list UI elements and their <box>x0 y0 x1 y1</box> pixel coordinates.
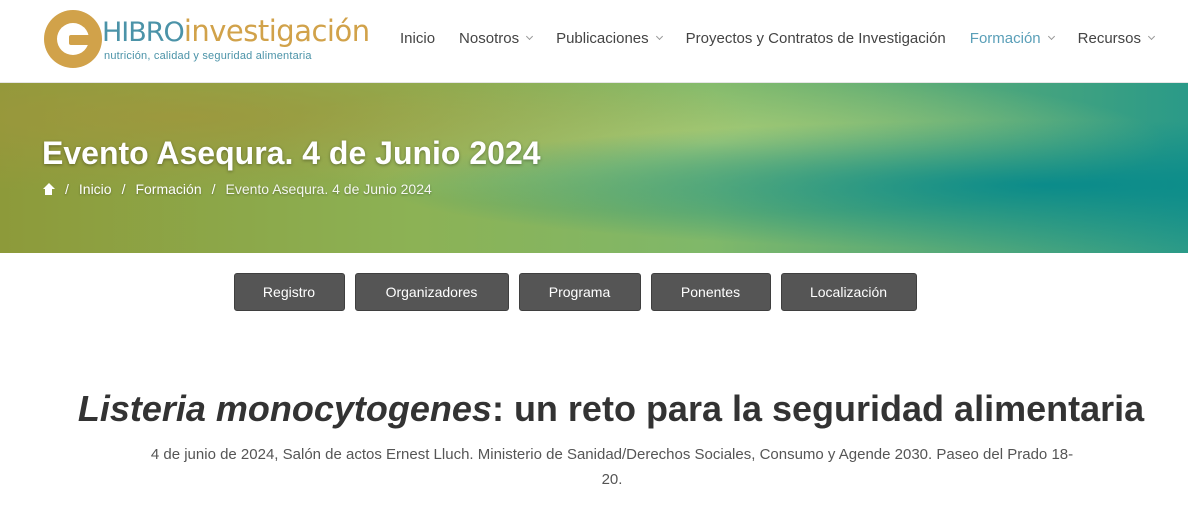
nav-item-nosotros[interactable]: Nosotros <box>447 27 544 49</box>
nav-item-proyectos[interactable]: Proyectos y Contratos de Investigación <box>674 27 958 49</box>
nav-item-recursos[interactable]: Recursos <box>1066 27 1166 49</box>
breadcrumb: / Inicio / Formación / Evento Asequra. 4… <box>42 181 432 197</box>
headline-italic: Listeria monocytogenes <box>77 388 492 429</box>
logo-mark-icon <box>44 10 102 68</box>
nav-item-formacion[interactable]: Formación <box>958 27 1066 49</box>
page-banner: Evento Asequra. 4 de Junio 2024 / Inicio… <box>0 83 1188 253</box>
nav-item-inicio[interactable]: Inicio <box>388 27 447 49</box>
site-header: HIBROinvestigación nutrición, calidad y … <box>0 0 1188 83</box>
nav-item-label: Proyectos y Contratos de Investigación <box>685 29 946 47</box>
nav-item-publicaciones[interactable]: Publicaciones <box>544 27 674 49</box>
breadcrumb-separator: / <box>211 181 216 197</box>
programa-button[interactable]: Programa <box>518 273 641 311</box>
headline-rest: : un reto para la seguridad alimentaria <box>491 388 1145 429</box>
chevron-down-icon <box>526 32 534 41</box>
event-details: 4 de junio de 2024, Salón de actos Ernes… <box>150 446 1074 488</box>
chevron-down-icon <box>655 32 663 41</box>
breadcrumb-item-inicio[interactable]: Inicio <box>79 181 112 197</box>
nav-item-label: Inicio <box>400 29 436 47</box>
chevron-down-icon <box>1147 32 1156 41</box>
logo-title-investigacion: investigación <box>183 14 370 48</box>
nav-item-label: Publicaciones <box>556 29 649 47</box>
logo-tagline: nutrición, calidad y seguridad alimentar… <box>104 50 312 62</box>
breadcrumb-separator: / <box>121 181 126 197</box>
breadcrumb-separator: / <box>65 181 69 197</box>
logo-title-hibro: HIBRO <box>102 17 185 48</box>
nav-item-label: Formación <box>969 29 1041 47</box>
breadcrumb-item-formacion[interactable]: Formación <box>135 181 201 197</box>
nav-item-label: Recursos <box>1077 29 1141 47</box>
site-logo[interactable]: HIBROinvestigación nutrición, calidad y … <box>44 10 370 68</box>
registro-button[interactable]: Registro <box>233 273 345 311</box>
nav-item-label: Nosotros <box>459 29 520 47</box>
localizacion-button[interactable]: Localización <box>780 273 917 311</box>
ponentes-button[interactable]: Ponentes <box>650 273 771 311</box>
breadcrumb-current: Evento Asequra. 4 de Junio 2024 <box>225 181 432 197</box>
event-headline: Listeria monocytogenes: un reto para la … <box>0 388 1188 430</box>
logo-title: HIBROinvestigación <box>102 12 370 51</box>
home-icon[interactable] <box>42 183 55 195</box>
chevron-down-icon <box>1047 32 1055 41</box>
section-buttons: Registro Organizadores Programa Ponentes… <box>0 273 1188 311</box>
page-title: Evento Asequra. 4 de Junio 2024 <box>42 135 541 171</box>
organizadores-button[interactable]: Organizadores <box>354 273 509 311</box>
main-nav: Inicio Nosotros Publicaciones Proyectos … <box>388 27 1166 49</box>
